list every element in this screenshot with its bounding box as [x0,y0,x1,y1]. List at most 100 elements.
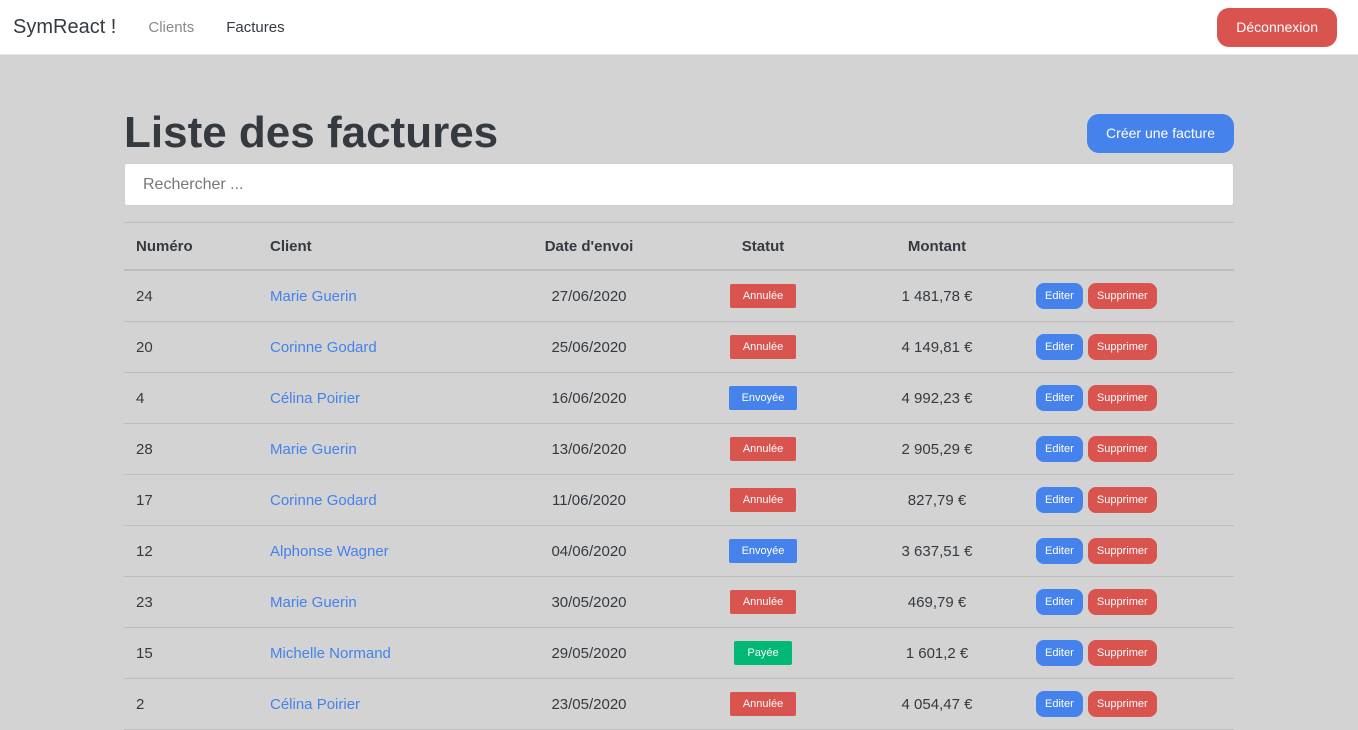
invoice-date: 11/06/2020 [502,474,676,526]
client-link[interactable]: Marie Guerin [270,594,357,611]
invoice-number: 24 [124,270,258,322]
delete-button[interactable]: Supprimer [1087,487,1157,513]
nav-link-clients[interactable]: Clients [148,19,194,36]
table-row: 15 Michelle Normand 29/05/2020 Payée 1 601,2… [124,627,1234,679]
invoice-date: 29/05/2020 [502,627,676,679]
table-row: 12 Alphonse Wagner 04/06/2020 Envoyée 3 637,… [124,525,1234,577]
header-date: Date d'envoi [502,222,676,271]
invoice-date: 30/05/2020 [502,576,676,628]
invoices-table: Numéro Client Date d'envoi Statut Montan… [124,222,1234,730]
invoice-number: 12 [124,525,258,577]
invoice-amount: 3 637,51 € [850,525,1024,577]
status-badge: Annulée [729,437,797,461]
client-link[interactable]: Corinne Godard [270,339,377,356]
row-actions: Editer Supprimer [1024,576,1234,628]
delete-button[interactable]: Supprimer [1087,589,1157,615]
delete-button[interactable]: Supprimer [1087,334,1157,360]
header-actions [1024,222,1234,271]
delete-button[interactable]: Supprimer [1087,385,1157,411]
invoice-amount: 4 992,23 € [850,372,1024,424]
invoice-date: 04/06/2020 [502,525,676,577]
edit-button[interactable]: Editer [1036,334,1083,360]
logout-button[interactable]: Déconnexion [1217,7,1337,47]
edit-button[interactable]: Editer [1036,283,1083,309]
delete-button[interactable]: Supprimer [1087,538,1157,564]
invoice-date: 13/06/2020 [502,423,676,475]
status-badge: Annulée [729,590,797,614]
row-actions: Editer Supprimer [1024,321,1234,373]
invoice-amount: 469,79 € [850,576,1024,628]
invoice-amount: 4 054,47 € [850,678,1024,730]
client-link[interactable]: Corinne Godard [270,492,377,509]
edit-button[interactable]: Editer [1036,436,1083,462]
status-badge: Annulée [729,335,797,359]
table-header-row: Numéro Client Date d'envoi Statut Montan… [124,222,1234,271]
delete-button[interactable]: Supprimer [1087,436,1157,462]
status-badge: Envoyée [728,539,798,563]
edit-button[interactable]: Editer [1036,385,1083,411]
search-input[interactable] [124,163,1234,206]
header-status: Statut [676,222,850,271]
row-actions: Editer Supprimer [1024,270,1234,322]
invoice-number: 4 [124,372,258,424]
create-invoice-button[interactable]: Créer une facture [1087,113,1234,153]
delete-button[interactable]: Supprimer [1087,640,1157,666]
invoice-amount: 827,79 € [850,474,1024,526]
invoice-number: 28 [124,423,258,475]
table-row: 24 Marie Guerin 27/06/2020 Annulée 1 481,78 … [124,270,1234,322]
row-actions: Editer Supprimer [1024,372,1234,424]
invoice-date: 25/06/2020 [502,321,676,373]
edit-button[interactable]: Editer [1036,691,1083,717]
delete-button[interactable]: Supprimer [1087,283,1157,309]
nav-link-factures[interactable]: Factures [226,19,284,36]
client-link[interactable]: Alphonse Wagner [270,543,389,560]
invoice-amount: 2 905,29 € [850,423,1024,475]
table-row: 20 Corinne Godard 25/06/2020 Annulée 4 149,8… [124,321,1234,373]
delete-button[interactable]: Supprimer [1087,691,1157,717]
header-number: Numéro [124,222,258,271]
brand-logo[interactable]: SymReact ! [13,16,116,39]
client-link[interactable]: Célina Poirier [270,696,360,713]
table-body: 24 Marie Guerin 27/06/2020 Annulée 1 481,78 … [124,270,1234,730]
edit-button[interactable]: Editer [1036,589,1083,615]
status-badge: Annulée [729,488,797,512]
status-badge: Payée [734,641,792,665]
page-title: Liste des factures [124,108,499,157]
header-amount: Montant [850,222,1024,271]
row-actions: Editer Supprimer [1024,474,1234,526]
status-badge: Annulée [729,284,797,308]
navbar: SymReact ! Clients Factures Déconnexion [0,0,1358,55]
client-link[interactable]: Célina Poirier [270,390,360,407]
row-actions: Editer Supprimer [1024,627,1234,679]
table-row: 28 Marie Guerin 13/06/2020 Annulée 2 905,29 … [124,423,1234,475]
client-link[interactable]: Marie Guerin [270,441,357,458]
invoice-number: 2 [124,678,258,730]
row-actions: Editer Supprimer [1024,678,1234,730]
invoice-amount: 1 481,78 € [850,270,1024,322]
status-badge: Annulée [729,692,797,716]
invoice-number: 23 [124,576,258,628]
row-actions: Editer Supprimer [1024,525,1234,577]
invoice-date: 23/05/2020 [502,678,676,730]
client-link[interactable]: Michelle Normand [270,645,391,662]
edit-button[interactable]: Editer [1036,538,1083,564]
page-header: Liste des factures Créer une facture [124,104,1234,162]
invoice-date: 16/06/2020 [502,372,676,424]
invoice-amount: 4 149,81 € [850,321,1024,373]
row-actions: Editer Supprimer [1024,423,1234,475]
table-row: 2 Célina Poirier 23/05/2020 Annulée 4 054,47… [124,678,1234,730]
invoice-number: 15 [124,627,258,679]
invoice-number: 20 [124,321,258,373]
client-link[interactable]: Marie Guerin [270,288,357,305]
edit-button[interactable]: Editer [1036,487,1083,513]
table-row: 17 Corinne Godard 11/06/2020 Annulée 827,79 … [124,474,1234,526]
table-row: 23 Marie Guerin 30/05/2020 Annulée 469,79 € E… [124,576,1234,628]
table-row: 4 Célina Poirier 16/06/2020 Envoyée 4 992,23… [124,372,1234,424]
invoice-number: 17 [124,474,258,526]
edit-button[interactable]: Editer [1036,640,1083,666]
status-badge: Envoyée [728,386,798,410]
header-client: Client [258,222,502,271]
invoice-amount: 1 601,2 € [850,627,1024,679]
invoice-date: 27/06/2020 [502,270,676,322]
main-content: Liste des factures Créer une facture Num… [124,104,1234,730]
